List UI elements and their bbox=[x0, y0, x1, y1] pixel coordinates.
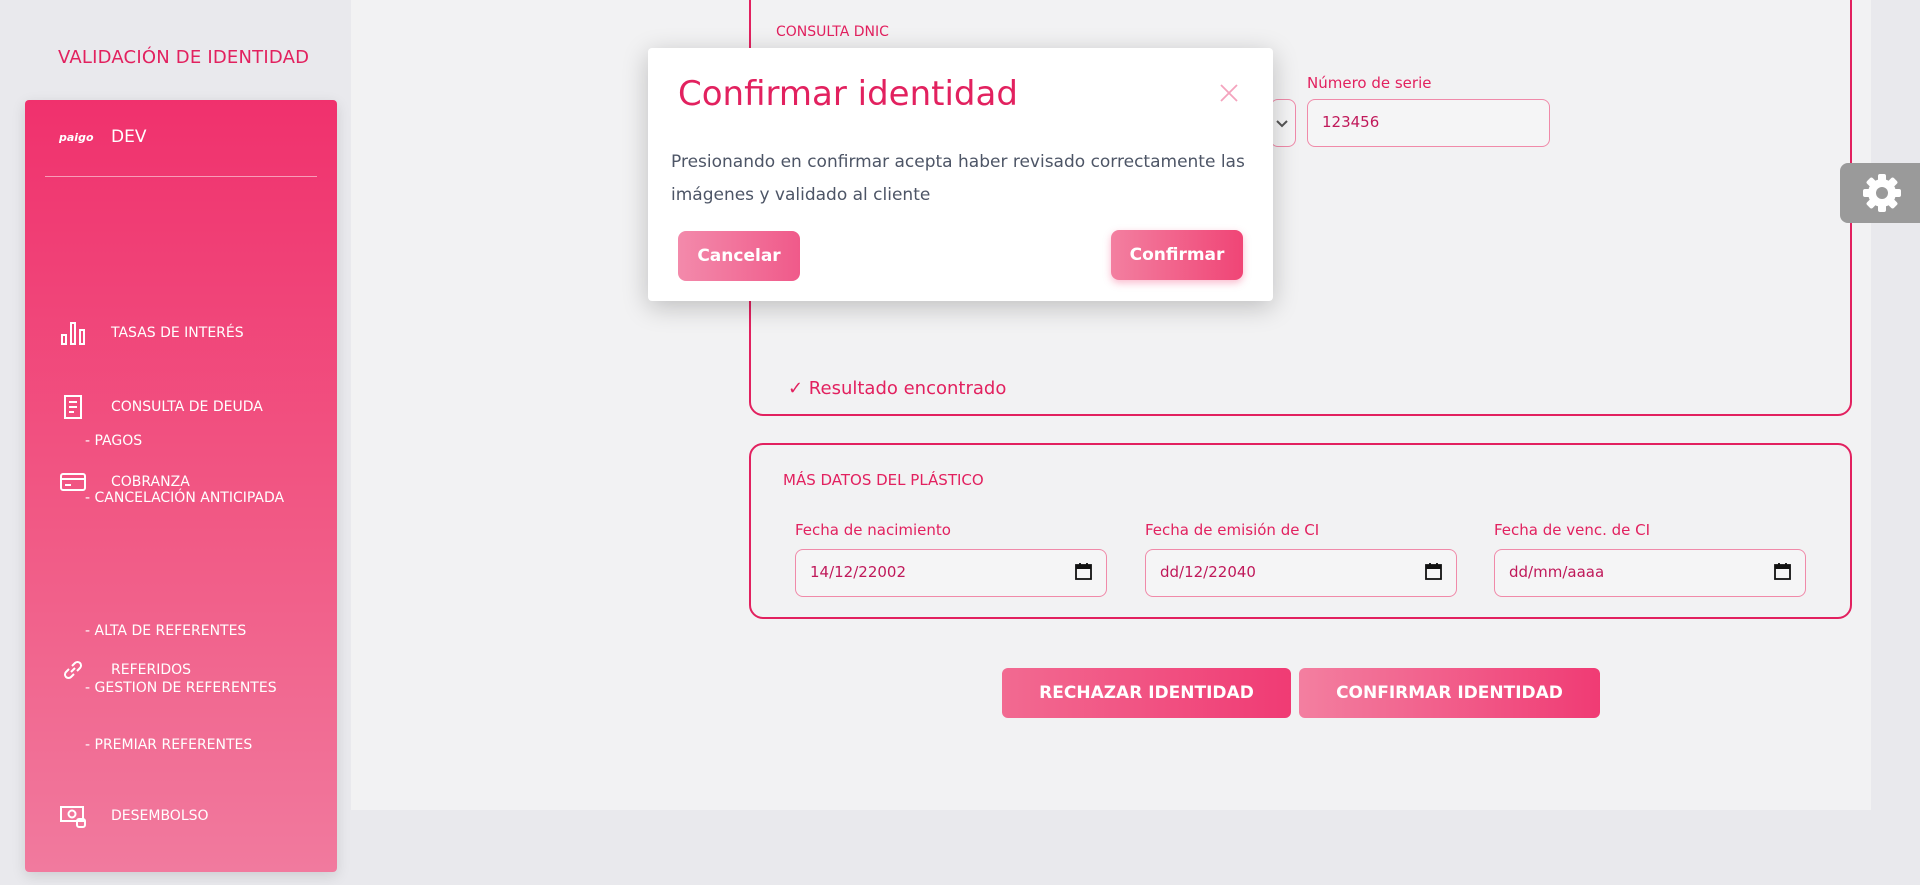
environment-label: DEV bbox=[111, 127, 147, 147]
credit-card-icon bbox=[60, 473, 86, 491]
sidebar-item-label: CONSULTA DE DEUDA bbox=[111, 399, 263, 415]
sidebar-item-label: REFERIDOS bbox=[111, 662, 192, 678]
sidebar-item-label: TASAS DE INTERÉS bbox=[111, 325, 244, 341]
page-title: VALIDACIÓN DE IDENTIDAD bbox=[58, 47, 310, 68]
gear-icon bbox=[1863, 174, 1901, 212]
sidebar: paigo DEV TASAS DE INTERÉS CONSULTA DE D… bbox=[25, 100, 337, 872]
settings-tab[interactable] bbox=[1840, 163, 1920, 223]
sidebar-subitem-gestion-referentes[interactable]: - GESTION DE REFERENTES bbox=[85, 680, 277, 696]
card-title: CONSULTA DNIC bbox=[776, 24, 889, 40]
sidebar-item-tasas[interactable]: TASAS DE INTERÉS bbox=[25, 313, 337, 353]
card-title: MÁS DATOS DEL PLÁSTICO bbox=[783, 471, 984, 489]
expiry-date-input[interactable]: dd/mm/aaaa bbox=[1494, 549, 1806, 597]
calendar-icon[interactable] bbox=[1774, 562, 1791, 580]
sidebar-subitem-premiar-referentes[interactable]: - PREMIAR REFERENTES bbox=[85, 737, 252, 753]
sidebar-item-label: COBRANZA bbox=[111, 474, 190, 490]
birth-date-label: Fecha de nacimiento bbox=[795, 521, 951, 539]
serial-number-label: Número de serie bbox=[1307, 74, 1432, 92]
sidebar-item-desembolso[interactable]: DESEMBOLSO bbox=[25, 796, 337, 836]
sidebar-header: paigo DEV bbox=[45, 100, 317, 177]
link-icon bbox=[63, 660, 83, 680]
confirm-button[interactable]: Confirmar bbox=[1111, 230, 1243, 280]
brand-logo: paigo bbox=[59, 131, 94, 144]
receipt-icon bbox=[64, 395, 82, 419]
confirm-identity-button[interactable]: CONFIRMAR IDENTIDAD bbox=[1299, 668, 1600, 718]
sidebar-subitem-alta-referentes[interactable]: - ALTA DE REFERENTES bbox=[85, 623, 246, 639]
issue-date-input[interactable]: dd/12/22040 bbox=[1145, 549, 1457, 597]
cancel-button[interactable]: Cancelar bbox=[678, 231, 800, 281]
confirm-identity-modal: Confirmar identidad Presionando en confi… bbox=[648, 48, 1273, 301]
birth-date-input[interactable]: 14/12/22002 bbox=[795, 549, 1107, 597]
document-type-select[interactable] bbox=[1270, 99, 1296, 147]
sidebar-item-consulta-deuda[interactable]: CONSULTA DE DEUDA bbox=[25, 387, 337, 427]
sidebar-subitem-pagos[interactable]: - PAGOS bbox=[85, 433, 142, 449]
birth-date-value: 14/12/22002 bbox=[810, 563, 906, 581]
result-status: ✓ Resultado encontrado bbox=[788, 378, 1007, 399]
calendar-icon[interactable] bbox=[1425, 562, 1442, 580]
expiry-date-value: dd/mm/aaaa bbox=[1509, 563, 1605, 581]
money-icon bbox=[60, 806, 86, 828]
issue-date-value: dd/12/22040 bbox=[1160, 563, 1256, 581]
modal-title: Confirmar identidad bbox=[678, 74, 1018, 114]
calendar-icon[interactable] bbox=[1075, 562, 1092, 580]
bar-chart-icon bbox=[61, 322, 85, 345]
chevron-down-icon bbox=[1276, 120, 1288, 128]
expiry-date-label: Fecha de venc. de CI bbox=[1494, 521, 1651, 539]
sidebar-item-label: DESEMBOLSO bbox=[111, 808, 209, 824]
reject-identity-button[interactable]: RECHAZAR IDENTIDAD bbox=[1002, 668, 1291, 718]
issue-date-label: Fecha de emisión de CI bbox=[1145, 521, 1320, 539]
modal-body-text: Presionando en confirmar acepta haber re… bbox=[671, 152, 1245, 205]
sidebar-subitem-cancelacion[interactable]: - CANCELACIÓN ANTICIPADA bbox=[85, 490, 284, 506]
close-icon[interactable] bbox=[1218, 82, 1240, 104]
serial-number-input[interactable]: 123456 bbox=[1307, 99, 1550, 147]
